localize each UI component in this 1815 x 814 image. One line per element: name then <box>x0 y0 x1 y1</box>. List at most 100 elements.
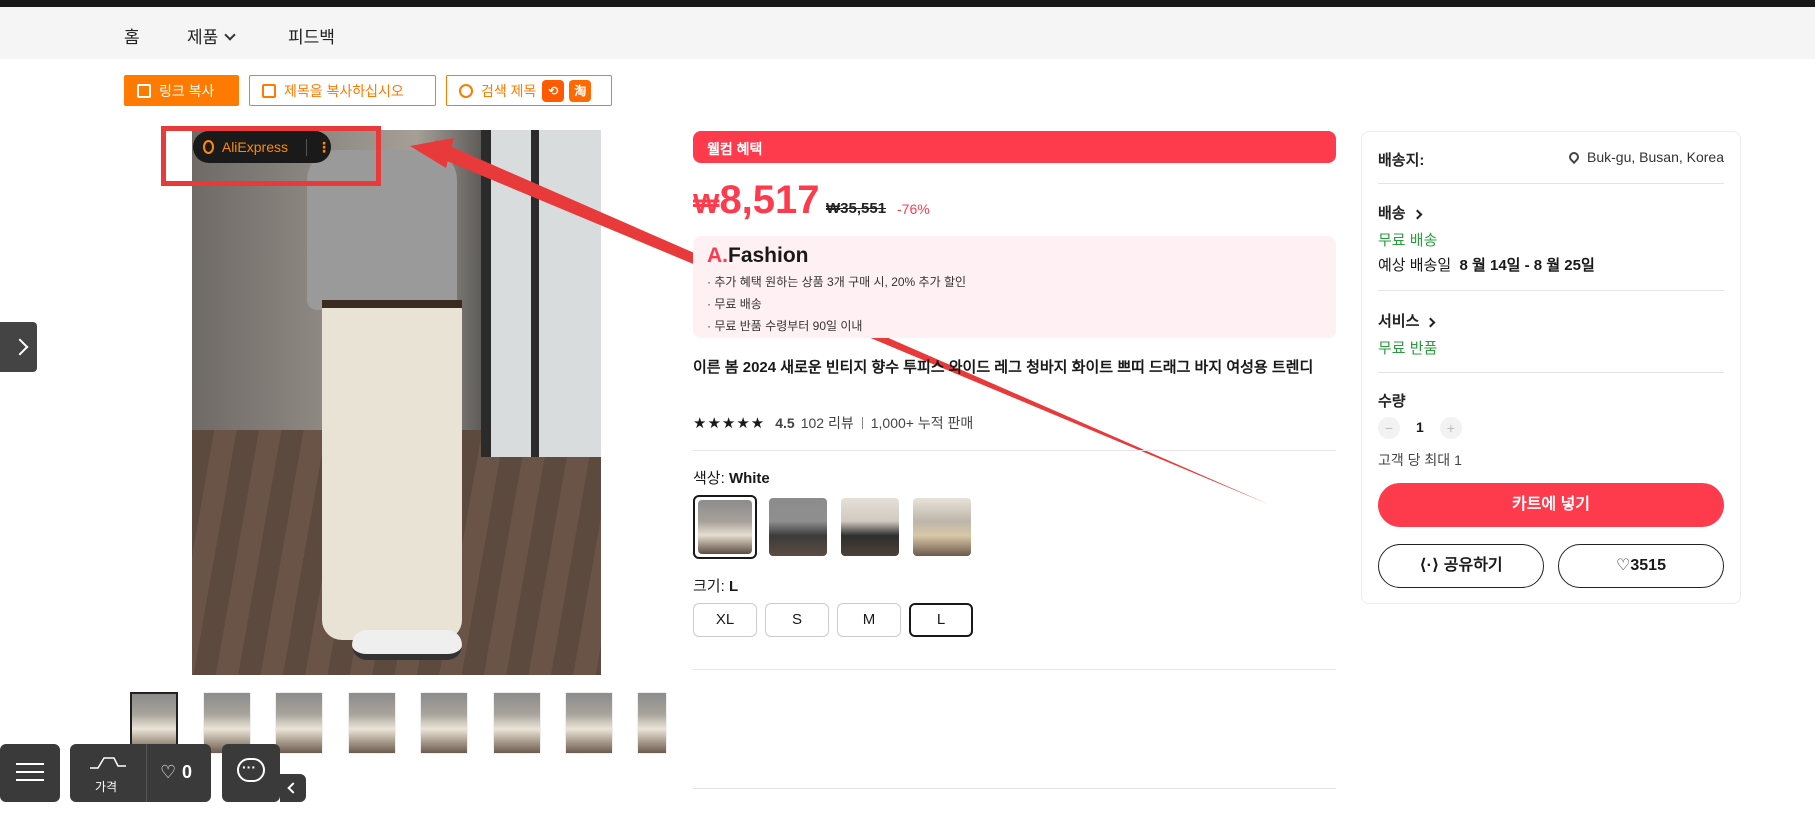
search-icon <box>459 83 473 98</box>
purchase-panel: 배송지: Buk-gu, Busan, Korea 배송 무료 배송 예상 배송… <box>1361 131 1741 604</box>
quantity-increase-button[interactable]: + <box>1439 417 1462 439</box>
ship-to-row[interactable]: 배송지: Buk-gu, Busan, Korea <box>1378 149 1724 170</box>
annotation-highlight-box <box>161 126 381 186</box>
chat-button[interactable] <box>222 744 280 802</box>
price-label: 가격 <box>95 780 118 794</box>
share-icon: ⟨·⟩ <box>1419 557 1444 574</box>
brand-prefix: A. <box>707 244 728 267</box>
ship-to-location: Buk-gu, Busan, Korea <box>1566 149 1724 170</box>
size-option-s[interactable]: S <box>765 603 829 637</box>
color-option-3[interactable] <box>838 495 902 559</box>
menu-toggle-button[interactable] <box>0 744 60 802</box>
brand-logo: A.Fashion <box>707 244 1322 268</box>
nav-bar: 홈 제품 피드백 <box>0 7 1815 59</box>
review-count[interactable]: 102 리뷰 <box>801 413 854 433</box>
share-label: 공유하기 <box>1443 557 1503 574</box>
divider <box>861 417 863 429</box>
top-bar <box>0 0 1815 7</box>
wishlist-button[interactable]: ♡3515 <box>1558 544 1724 588</box>
add-to-cart-button[interactable]: 카트에 넣기 <box>1378 483 1724 527</box>
size-label: 크기: L <box>693 575 738 596</box>
copy-link-label: 링크 복사 <box>159 82 215 99</box>
color-label: 색상: White <box>693 467 770 488</box>
free-return: 무료 반품 <box>1378 340 1438 357</box>
original-price: ₩35,551 <box>826 200 887 217</box>
delivery-row[interactable]: 배송 <box>1378 202 1724 223</box>
color-label-text: 색상: <box>693 470 729 487</box>
thumbnail-7[interactable] <box>565 692 613 754</box>
divider <box>693 450 1336 451</box>
delivery-label: 배송 <box>1378 205 1406 222</box>
nav-products-label: 제품 <box>187 28 219 47</box>
quantity-label: 수량 <box>1378 393 1406 410</box>
size-option-l[interactable]: L <box>909 603 973 637</box>
discount-badge: -76% <box>897 201 930 217</box>
ship-to-label: 배송지: <box>1378 152 1425 169</box>
chevron-right-icon <box>1412 209 1423 220</box>
nav-home[interactable]: 홈 <box>124 23 140 48</box>
search-title-button[interactable]: 검색 제목 ⟲ 淘 <box>446 75 612 106</box>
quantity-decrease-button[interactable]: − <box>1378 417 1400 439</box>
promo-box: A.Fashion · 추가 혜택 원하는 상품 3개 구매 시, 20% 추가… <box>693 236 1336 338</box>
eta-row: 예상 배송일 8 월 14일 - 8 월 25일 <box>1378 254 1724 275</box>
divider <box>693 788 1336 789</box>
service-row[interactable]: 서비스 <box>1378 310 1724 331</box>
chat-icon <box>237 758 265 782</box>
price-tracker-widget[interactable]: 가격 ♡ 0 <box>70 744 211 802</box>
side-expand-tab[interactable] <box>0 322 37 372</box>
price-chart-icon <box>90 757 126 769</box>
sale-price: ₩8,517 <box>693 178 820 223</box>
share-button[interactable]: ⟨·⟩ 공유하기 <box>1378 544 1544 588</box>
nav-feedback[interactable]: 피드백 <box>288 23 335 48</box>
model-shoes <box>352 630 462 660</box>
welcome-benefit-banner: 웰컴 혜택 <box>693 131 1336 163</box>
currency-symbol: ₩ <box>693 188 720 219</box>
color-option-2[interactable] <box>766 495 830 559</box>
color-option-1[interactable] <box>693 495 757 559</box>
taobao-logo-icon[interactable]: 淘 <box>569 79 592 102</box>
window-bg <box>481 130 601 457</box>
service-label: 서비스 <box>1378 313 1420 330</box>
main-product-image[interactable] <box>192 130 601 675</box>
model-pants <box>322 300 462 640</box>
collapse-button[interactable] <box>280 774 306 802</box>
quantity-stepper: − 1 + <box>1378 417 1724 439</box>
wishlist-count: 3515 <box>1630 557 1666 574</box>
sold-count: 1,000+ 누적 판매 <box>870 415 974 431</box>
divider <box>1378 372 1724 373</box>
nav-products[interactable]: 제품 <box>187 23 236 48</box>
size-option-m[interactable]: M <box>837 603 901 637</box>
heart-icon: ♡ <box>1616 557 1631 574</box>
thumbnail-6[interactable] <box>493 692 541 754</box>
model-belt <box>322 300 462 308</box>
eta-prefix: 예상 배송일 <box>1378 257 1452 274</box>
color-option-4[interactable] <box>910 495 974 559</box>
heart-count: 0 <box>182 762 193 782</box>
thumbnail-3[interactable] <box>275 692 323 754</box>
divider <box>146 744 147 802</box>
chevron-down-icon <box>224 29 236 41</box>
thumbnail-5[interactable] <box>420 692 468 754</box>
color-value: White <box>728 470 770 487</box>
rating-row: ★★★★★ 4.5 102 리뷰 1,000+ 누적 판매 <box>693 413 973 433</box>
location-pin-icon <box>1566 149 1582 165</box>
star-rating-icon: ★★★★★ <box>693 415 766 432</box>
ship-to-value: Buk-gu, Busan, Korea <box>1587 149 1724 165</box>
size-value: L <box>728 578 739 595</box>
promo-line: · 추가 혜택 원하는 상품 3개 구매 시, 20% 추가 할인 <box>707 275 967 289</box>
copy-link-button[interactable]: 링크 복사 <box>124 75 239 106</box>
aliexpress-logo-icon[interactable]: ⟲ <box>542 79 565 102</box>
chevron-left-icon <box>287 782 299 794</box>
thumbnail-8[interactable] <box>637 692 667 754</box>
copy-title-label: 제목을 복사하십시오 <box>284 82 404 99</box>
rating-value: 4.5 <box>775 415 795 431</box>
size-option-xl[interactable]: XL <box>693 603 757 637</box>
copy-title-button[interactable]: 제목을 복사하십시오 <box>249 75 436 106</box>
eta-value: 8 월 14일 - 8 월 25일 <box>1459 257 1595 274</box>
brand-name: Fashion <box>728 244 809 267</box>
link-icon <box>137 83 151 98</box>
promo-line: · 무료 반품 수령부터 90일 이내 <box>707 319 863 333</box>
thumbnail-4[interactable] <box>348 692 396 754</box>
price-value: 8,517 <box>719 178 820 222</box>
quantity-value[interactable]: 1 <box>1404 419 1436 435</box>
